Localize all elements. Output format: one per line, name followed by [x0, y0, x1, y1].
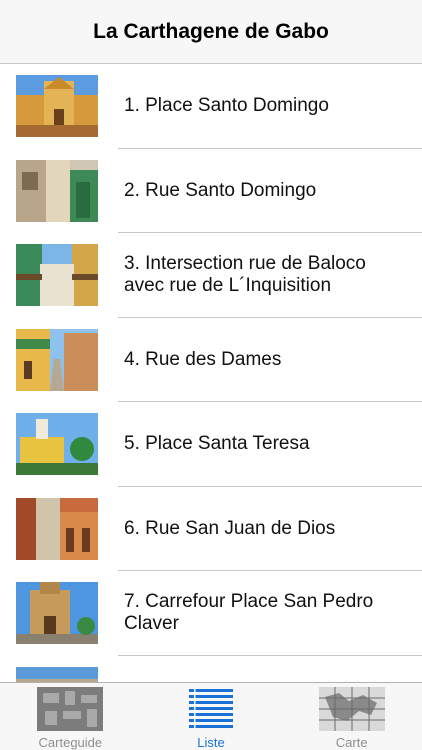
list-icon — [189, 687, 233, 731]
list-item[interactable]: 6. Rue San Juan de Dios — [0, 487, 422, 571]
street-photo-thumbnail — [16, 159, 98, 222]
photo-thumbnail — [16, 666, 98, 682]
list-item-label: 7. Carrefour Place San Pedro Claver — [124, 591, 374, 635]
list-item-label: 6. Rue San Juan de Dios — [124, 517, 336, 539]
list-item[interactable] — [0, 656, 422, 682]
page-title: La Carthagene de Gabo — [93, 19, 329, 43]
map-grid-icon — [318, 687, 385, 731]
list-item[interactable]: 5. Place Santa Teresa — [0, 402, 422, 487]
church-photo-thumbnail — [16, 582, 98, 644]
navigation-bar: La Carthagene de Gabo — [0, 0, 422, 64]
tab-label: Liste — [197, 735, 225, 750]
list-item[interactable]: 7. Carrefour Place San Pedro Claver — [0, 571, 422, 656]
map-guide-icon — [37, 687, 104, 731]
list-item[interactable]: 1. Place Santo Domingo — [0, 64, 422, 149]
street-photo-thumbnail — [16, 328, 98, 391]
list-item[interactable]: 3. Intersection rue de Baloco avec rue d… — [0, 233, 422, 318]
list-item-label: 5. Place Santa Teresa — [124, 433, 310, 455]
list-item-label: 1. Place Santo Domingo — [124, 95, 329, 117]
tab-label: Carteguide — [38, 735, 103, 750]
list-item-label: 3. Intersection rue de Baloco avec rue d… — [124, 253, 366, 297]
street-photo-thumbnail — [16, 497, 98, 560]
tab-carteguide[interactable]: Carteguide — [0, 683, 141, 750]
intersection-photo-thumbnail — [16, 244, 98, 306]
list-item[interactable]: 4. Rue des Dames — [0, 318, 422, 402]
tab-label: Carte — [335, 735, 368, 750]
list-item-label: 2. Rue Santo Domingo — [124, 179, 317, 201]
plaza-photo-thumbnail — [16, 413, 98, 475]
church-photo-thumbnail — [16, 75, 98, 137]
list-item-label: 4. Rue des Dames — [124, 348, 282, 370]
tab-carte[interactable]: Carte — [281, 683, 422, 750]
list-item[interactable]: 2. Rue Santo Domingo — [0, 149, 422, 233]
tab-liste[interactable]: Liste — [141, 683, 282, 750]
tab-bar: Carteguide Liste Carte — [0, 682, 422, 750]
location-list[interactable]: 1. Place Santo Domingo 2. Rue Santo Domi… — [0, 64, 422, 682]
